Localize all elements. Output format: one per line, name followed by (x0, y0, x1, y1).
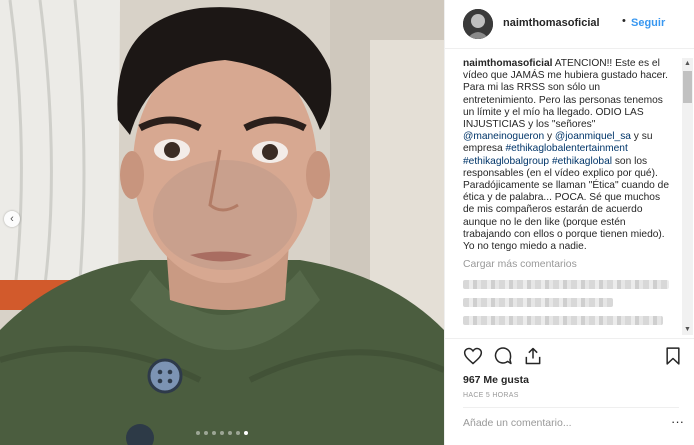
carousel-dot (236, 431, 240, 435)
selfie-video-frame (0, 0, 444, 445)
share-icon[interactable] (523, 346, 543, 366)
heart-icon[interactable] (463, 346, 483, 366)
mention-link[interactable]: @joanmiquel_sa (555, 131, 631, 142)
likes-count[interactable]: 967 Me gusta (463, 374, 529, 386)
carousel-dots (0, 431, 444, 435)
bookmark-icon[interactable] (663, 346, 683, 366)
comments-area: naimthomasoficial ATENCIÓN!! Este es el … (463, 58, 673, 348)
avatar-image (463, 9, 493, 39)
hashtag-link[interactable]: #ethikaglobalgroup (463, 156, 549, 167)
carousel-dot-active (244, 431, 248, 435)
post-media[interactable]: ‹ (0, 0, 444, 445)
post-username[interactable]: naimthomasoficial (503, 17, 600, 29)
carousel-dot (228, 431, 232, 435)
triangle-down-icon[interactable]: ▼ (682, 324, 693, 335)
action-bar (463, 346, 683, 368)
post-header: naimthomasoficial • Seguir (445, 0, 694, 49)
divider (445, 338, 694, 339)
mention-link[interactable]: @maneinogueron (463, 131, 544, 142)
scrollbar-thumb[interactable] (683, 71, 692, 103)
carousel-dot (196, 431, 200, 435)
blurred-comment (463, 280, 669, 290)
carousel-dot (212, 431, 216, 435)
chevron-left-icon[interactable]: ‹ (4, 211, 20, 227)
blurred-comment (463, 316, 663, 326)
caption-text: y (544, 131, 555, 143)
hashtag-link[interactable]: #ethikaglobal (552, 156, 612, 167)
caption: naimthomasoficial ATENCIÓN!! Este es el … (463, 58, 673, 253)
avatar[interactable] (463, 9, 493, 39)
comments-scrollbar[interactable]: ▲ ▼ (682, 58, 693, 335)
follow-button[interactable]: Seguir (631, 17, 665, 29)
post-sidebar: naimthomasoficial • Seguir naimthomasofi… (444, 0, 694, 445)
add-comment-input[interactable] (463, 415, 663, 431)
divider (463, 407, 679, 408)
more-options-icon[interactable]: ··· (671, 414, 684, 429)
carousel-dot (204, 431, 208, 435)
triangle-up-icon[interactable]: ▲ (682, 58, 693, 69)
caption-username[interactable]: naimthomasoficial (463, 58, 552, 69)
separator-bullet: • (622, 15, 626, 27)
comment-icon[interactable] (493, 346, 513, 366)
blurred-comment (463, 298, 613, 308)
hashtag-link[interactable]: #ethikaglobalentertainment (505, 143, 627, 154)
post-timestamp[interactable]: HACE 5 HORAS (463, 392, 519, 399)
carousel-dot (220, 431, 224, 435)
caption-text: son los responsables (en el vídeo explic… (463, 155, 670, 253)
load-more-comments-link[interactable]: Cargar más comentarios (463, 259, 673, 271)
